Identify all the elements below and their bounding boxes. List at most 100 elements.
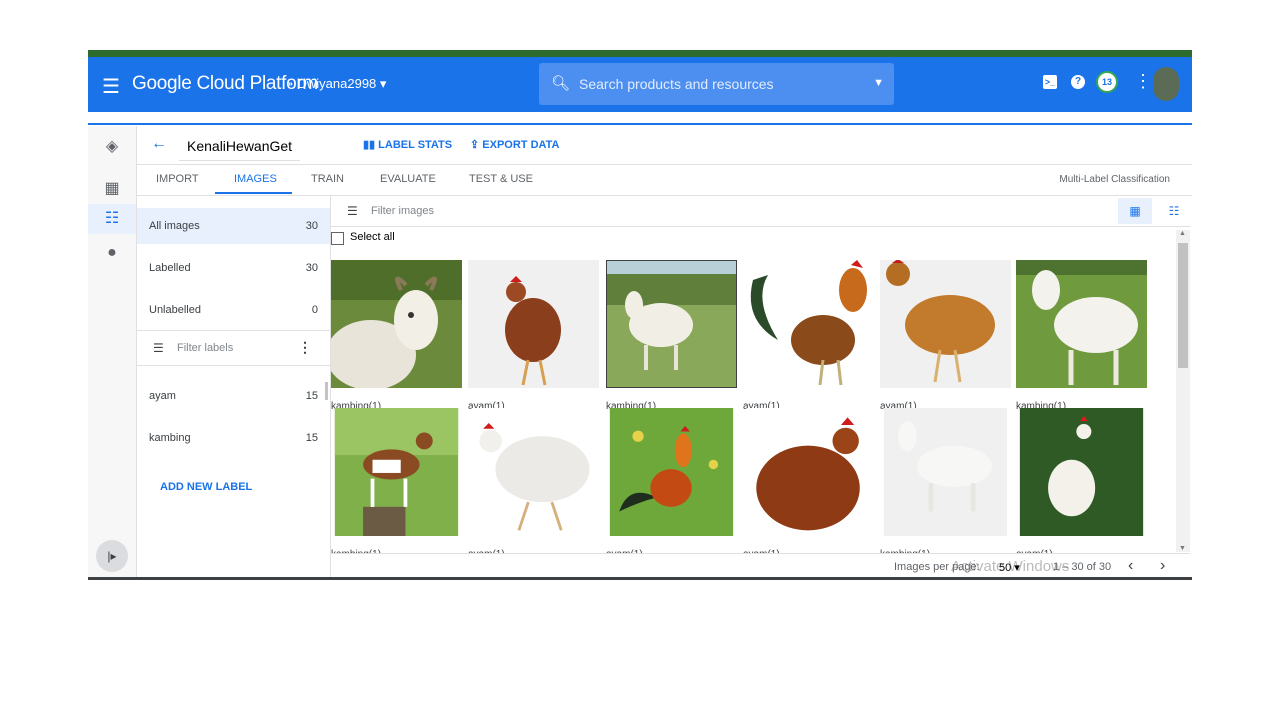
label-count: 15	[305, 390, 318, 402]
label-count: 15	[305, 432, 318, 444]
back-arrow-icon[interactable]: ←	[151, 135, 167, 153]
image-tile[interactable]: ayam(1)	[743, 260, 874, 412]
goat-image[interactable]	[331, 260, 462, 390]
project-icon: ⁍	[288, 79, 294, 91]
dataset-header: ← KenaliHewanGet ▮▮ LABEL STATS ⇪ EXPORT…	[137, 126, 1192, 165]
filter-images-input[interactable]: Filter images	[371, 205, 434, 217]
grid-view-icon[interactable]: ▦	[1118, 198, 1152, 224]
search-bar[interactable]: 🔍︎ Search products and resources ▼	[539, 63, 894, 105]
label-name: ayam	[149, 390, 176, 402]
tab-evaluate[interactable]: EVALUATE	[380, 173, 436, 185]
menu-icon[interactable]: ☰	[102, 74, 120, 99]
goat-image[interactable]	[331, 408, 462, 536]
tab-images[interactable]: IMAGES	[234, 173, 277, 185]
filter-labels-bar: ☰ Filter labels ⋮	[137, 330, 330, 366]
top-bar: ☰ Google Cloud Platform ⁍ Dwiyana2998 ▾ 🔍…	[88, 57, 1192, 112]
scroll-down-icon[interactable]: ▼	[1179, 545, 1186, 552]
left-nav: ◈ ▦ ☷ ● |▸	[88, 126, 137, 580]
expand-nav-icon[interactable]: |▸	[96, 540, 128, 572]
chicken-image[interactable]	[1016, 408, 1147, 536]
image-tile[interactable]: ayam(1)	[606, 408, 737, 560]
filter-sidebar: All images 30 Labelled 30 Unlabelled 0 ☰…	[137, 196, 331, 580]
image-tile[interactable]: ayam(1)	[880, 260, 1011, 412]
image-tile[interactable]: ayam(1)	[1016, 408, 1147, 560]
label-stats-button[interactable]: ▮▮ LABEL STATS	[363, 138, 452, 151]
per-page-select[interactable]: 50 ▾	[999, 561, 1020, 574]
filter-all-images[interactable]: All images 30	[137, 208, 330, 244]
image-tile[interactable]: ayam(1)	[468, 260, 599, 412]
images-toolbar: ☰ Filter images ▦ ☷	[331, 196, 1190, 227]
images-per-page-label: Images per page:	[894, 561, 980, 573]
list-view-icon[interactable]: ☷	[1164, 198, 1184, 224]
app-window: ☰ Google Cloud Platform ⁍ Dwiyana2998 ▾ 🔍…	[88, 50, 1192, 580]
more-vert-icon[interactable]: ⋮	[298, 339, 312, 356]
tab-import[interactable]: IMPORT	[156, 173, 199, 185]
help-icon[interactable]: ?	[1071, 75, 1085, 89]
image-tile[interactable]: kambing(1)	[1016, 260, 1147, 412]
filter-labels-input[interactable]: Filter labels	[177, 342, 233, 354]
label-item-kambing[interactable]: kambing 15	[137, 420, 330, 456]
goat-image[interactable]	[606, 260, 737, 388]
chicken-image[interactable]	[743, 408, 874, 536]
goat-image[interactable]	[880, 408, 1011, 536]
image-tile[interactable]: ayam(1)	[468, 408, 599, 560]
project-name: Dwiyana2998	[297, 76, 377, 91]
divider	[88, 123, 1192, 125]
label-stats-label: LABEL STATS	[378, 139, 453, 151]
scrollbar[interactable]: ▲ ▼	[1176, 230, 1190, 552]
more-vert-icon[interactable]: ⋮	[1134, 71, 1152, 92]
image-tile[interactable]: kambing(1)	[331, 260, 462, 412]
filter-icon: ☰	[153, 341, 164, 355]
notifications-badge[interactable]: 13	[1096, 71, 1118, 93]
chicken-image[interactable]	[468, 408, 599, 536]
image-tile[interactable]: kambing(1)	[331, 408, 462, 560]
chicken-image[interactable]	[468, 260, 599, 388]
filter-count: 0	[311, 304, 318, 316]
scrollbar[interactable]	[325, 382, 328, 400]
tab-bar: IMPORT IMAGES TRAIN EVALUATE TEST & USE …	[137, 165, 1192, 196]
project-selector[interactable]: ⁍ Dwiyana2998 ▾	[288, 76, 386, 92]
filter-unlabelled[interactable]: Unlabelled 0	[137, 292, 330, 328]
chicken-image[interactable]	[880, 260, 1011, 388]
scrollbar-thumb[interactable]	[1178, 243, 1188, 368]
scroll-up-icon[interactable]: ▲	[1179, 230, 1186, 237]
label-name: kambing	[149, 432, 191, 444]
image-tile[interactable]: kambing(1)	[880, 408, 1011, 560]
window-bottom-border	[88, 577, 1192, 580]
add-new-label-button[interactable]: ADD NEW LABEL	[160, 481, 252, 493]
export-data-button[interactable]: ⇪ EXPORT DATA	[470, 138, 560, 151]
datasets-list-icon[interactable]: ☷	[88, 204, 136, 234]
tab-train[interactable]: TRAIN	[311, 173, 344, 185]
pagination-bar: Activate Windows Images per page: 50 ▾ 1…	[331, 553, 1190, 580]
chevron-left-icon[interactable]: ‹	[1128, 557, 1133, 575]
dashboard-icon[interactable]: ▦	[100, 178, 124, 198]
avatar[interactable]	[1153, 67, 1179, 101]
filter-icon: ☰	[347, 204, 358, 218]
image-grid: kambing(1) ayam(1) kambing(1) ayam(1) ay…	[331, 260, 1173, 560]
vision-diamond-icon[interactable]: ◈	[100, 136, 124, 156]
tab-test-use[interactable]: TEST & USE	[469, 173, 533, 185]
filter-count: 30	[305, 262, 318, 274]
chevron-right-icon[interactable]: ›	[1160, 557, 1165, 575]
image-tile[interactable]: ayam(1)	[743, 408, 874, 560]
browser-strip	[88, 50, 1192, 57]
filter-label: Unlabelled	[149, 304, 201, 316]
filter-count: 30	[305, 220, 318, 232]
chicken-image[interactable]	[743, 260, 874, 388]
select-all-label: Select all	[350, 231, 395, 243]
image-tile[interactable]: kambing(1)	[606, 260, 737, 412]
chevron-down-icon[interactable]: ▼	[873, 77, 884, 89]
per-page-value: 50	[999, 562, 1012, 574]
goat-image[interactable]	[1016, 260, 1147, 388]
bar-chart-icon: ▮▮	[363, 139, 379, 151]
chicken-image[interactable]	[606, 408, 737, 536]
lightbulb-icon[interactable]: ●	[100, 244, 124, 262]
select-all-checkbox[interactable]	[331, 232, 344, 245]
filter-labelled[interactable]: Labelled 30	[137, 250, 330, 286]
filter-label: Labelled	[149, 262, 191, 274]
filter-label: All images	[149, 220, 200, 232]
cloud-shell-icon[interactable]: >_	[1043, 75, 1057, 89]
images-panel: ☰ Filter images ▦ ☷ Select all kambing(1…	[331, 196, 1192, 580]
search-input[interactable]: Search products and resources	[579, 76, 774, 92]
label-item-ayam[interactable]: ayam 15	[137, 378, 330, 414]
